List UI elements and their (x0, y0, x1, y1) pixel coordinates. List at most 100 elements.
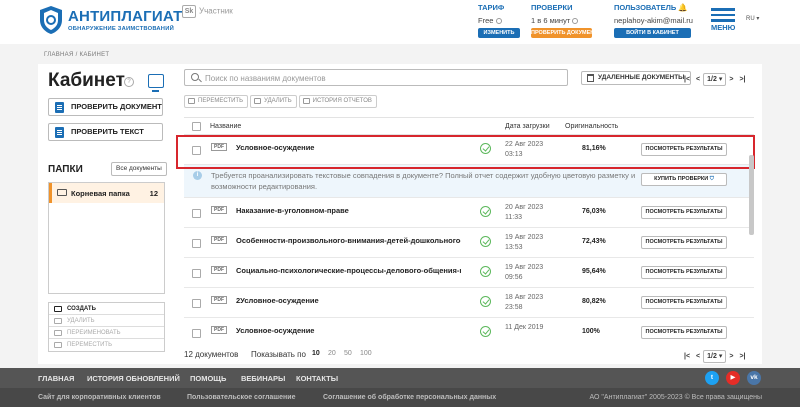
info-icon (495, 18, 502, 25)
folder-add-icon (54, 306, 62, 312)
move-icon (54, 342, 62, 348)
footer-link-privacy[interactable]: Соглашение об обработке персональных дан… (323, 394, 496, 401)
footer-link-corporate[interactable]: Сайт для корпоративных клиентов (38, 394, 161, 401)
check-document-label: ПРОВЕРИТЬ ДОКУМЕНТ (71, 102, 162, 111)
next-page-icon[interactable]: > (729, 76, 733, 83)
all-documents-button[interactable]: Все документы (111, 162, 167, 176)
originality-value: 76,03% (582, 208, 606, 215)
page-size-20[interactable]: 20 (328, 350, 336, 357)
view-results-button[interactable]: ПОСМОТРЕТЬ РЕЗУЛЬТАТЫ (641, 326, 727, 339)
breadcrumb[interactable]: ГЛАВНАЯ / КАБИНЕТ (44, 52, 109, 58)
delete-documents-button[interactable]: УДАЛИТЬ (250, 95, 297, 108)
footer-link-agreement[interactable]: Пользовательское соглашение (187, 394, 295, 401)
first-page-icon[interactable]: |< (684, 353, 690, 360)
folder-name: Корневая папка (71, 189, 130, 198)
help-icon[interactable]: ? (124, 77, 134, 87)
view-results-button[interactable]: ПОСМОТРЕТЬ РЕЗУЛЬТАТЫ (641, 296, 727, 309)
view-results-button[interactable]: ПОСМОТРЕТЬ РЕЗУЛЬТАТЫ (641, 266, 727, 279)
table-row[interactable]: PDF Условное-осуждение 11 Дек 2019 100% … (184, 318, 754, 345)
vk-icon[interactable]: vk (747, 371, 761, 385)
folder-count: 12 (149, 189, 158, 198)
monitor-icon[interactable] (148, 74, 164, 92)
checks-block: ПРОВЕРКИ 1 в 6 минут ПРОВЕРИТЬ ДОКУМЕНТ (531, 3, 598, 38)
prev-page-icon[interactable]: < (696, 76, 700, 83)
create-folder-button[interactable]: СОЗДАТЬ (49, 303, 164, 315)
first-page-icon[interactable]: |< (684, 76, 690, 83)
footer-link-webinars[interactable]: ВЕБИНАРЫ (241, 374, 285, 383)
footer-nav: ГЛАВНАЯ ИСТОРИЯ ОБНОВЛЕНИЙ ПОМОЩЬ ВЕБИНА… (0, 368, 800, 388)
pdf-icon: PDF (211, 266, 227, 274)
column-date[interactable]: Дата загрузки (505, 123, 550, 130)
row-checkbox[interactable] (192, 239, 201, 248)
check-document-button[interactable]: ПРОВЕРИТЬ ДОКУМЕНТ (48, 98, 163, 116)
folder-icon (57, 189, 67, 196)
table-scrollbar[interactable] (749, 155, 754, 235)
buy-checks-button[interactable]: КУПИТЬ ПРОВЕРКИ ⛉ (641, 173, 727, 186)
pdf-icon: PDF (211, 236, 227, 244)
twitter-icon[interactable]: t (705, 371, 719, 385)
report-history-button[interactable]: ИСТОРИЯ ОТЧЕТОВ (298, 95, 377, 108)
page-size-100[interactable]: 100 (360, 350, 372, 357)
participant-badge[interactable]: Sk Участник (182, 5, 233, 18)
last-page-icon[interactable]: >| (739, 353, 745, 360)
upload-date: 20 Авг 2023 11:33 (505, 204, 544, 221)
footer-link-home[interactable]: ГЛАВНАЯ (38, 374, 74, 383)
document-name[interactable]: Наказание-в-уголовном-праве (236, 206, 461, 215)
document-name[interactable]: Условное-осуждение (236, 326, 461, 335)
document-icon (55, 102, 64, 113)
next-page-icon[interactable]: > (729, 353, 733, 360)
select-all-checkbox[interactable] (192, 122, 201, 131)
view-results-button[interactable]: ПОСМОТРЕТЬ РЕЗУЛЬТАТЫ (641, 206, 727, 219)
move-documents-button[interactable]: ПЕРЕМЕСТИТЬ (184, 95, 249, 108)
delete-folder-button[interactable]: УДАЛИТЬ (49, 315, 164, 327)
tariff-block: ТАРИФ Free ИЗМЕНИТЬ (478, 3, 520, 38)
row-checkbox[interactable] (192, 299, 201, 308)
row-checkbox[interactable] (192, 329, 201, 338)
page-select[interactable]: 1/2 ▾ (703, 350, 727, 363)
check-document-header-button[interactable]: ПРОВЕРИТЬ ДОКУМЕНТ (531, 28, 598, 38)
table-row[interactable]: PDF Особенности-произвольного-внимания-д… (184, 228, 754, 258)
table-row[interactable]: PDF Социально-психологические-процессы-д… (184, 258, 754, 288)
footer-link-help[interactable]: ПОМОЩЬ (190, 374, 226, 383)
deleted-documents-button[interactable]: УДАЛЕННЫЕ ДОКУМЕНТЫ (581, 71, 691, 85)
participant-label: Участник (199, 6, 233, 16)
check-circle-icon (480, 206, 491, 217)
footer-link-contacts[interactable]: КОНТАКТЫ (296, 374, 338, 383)
row-checkbox[interactable] (192, 209, 201, 218)
copyright: АО "Антиплагиат" 2005-2023 © Все права з… (589, 394, 762, 401)
folder-item-root[interactable]: Корневая папка 12 (49, 183, 164, 203)
page-size-50[interactable]: 50 (344, 350, 352, 357)
table-row[interactable]: PDF 2Условное-осуждение 18 Авг 2023 23:58… (184, 288, 754, 318)
search-input[interactable] (205, 72, 555, 84)
prev-page-icon[interactable]: < (696, 353, 700, 360)
rename-folder-button[interactable]: ПЕРЕИМЕНОВАТЬ (49, 327, 164, 339)
check-text-button[interactable]: ПРОВЕРИТЬ ТЕКСТ (48, 123, 163, 141)
antiplagiat-logo[interactable]: АНТИПЛАГИАТ ОБНАРУЖЕНИЕ ЗАИМСТВОВАНИЙ (38, 5, 182, 35)
table-footer: 12 документов Показывать по 10 20 50 100… (184, 348, 754, 364)
folders-title: ПАПКИ (48, 164, 83, 175)
upsell-banner: i Требуется проанализировать текстовые с… (184, 165, 754, 198)
table-row[interactable]: PDF Наказание-в-уголовном-праве 20 Авг 2… (184, 198, 754, 228)
row-checkbox[interactable] (192, 269, 201, 278)
originality-value: 72,43% (582, 238, 606, 245)
language-select[interactable]: RU (746, 16, 755, 22)
user-email[interactable]: neplahoy-akim@mail.ru (614, 16, 693, 25)
document-name[interactable]: Социально-психологические-процессы-делов… (236, 266, 461, 275)
move-folder-button[interactable]: ПЕРЕМЕСТИТЬ (49, 339, 164, 351)
clock-icon (302, 98, 310, 104)
bell-icon[interactable]: 🔔 (678, 3, 687, 12)
page-select[interactable]: 1/2 ▾ (703, 73, 727, 86)
enter-cabinet-button[interactable]: ВОЙТИ В КАБИНЕТ (614, 28, 691, 38)
footer-link-updates[interactable]: ИСТОРИЯ ОБНОВЛЕНИЙ (87, 374, 180, 383)
change-tariff-button[interactable]: ИЗМЕНИТЬ (478, 28, 520, 38)
column-name[interactable]: Название (210, 123, 241, 130)
document-name[interactable]: Особенности-произвольного-внимания-детей… (236, 236, 461, 245)
last-page-icon[interactable]: >| (739, 76, 745, 83)
view-results-button[interactable]: ПОСМОТРЕТЬ РЕЗУЛЬТАТЫ (641, 236, 727, 249)
column-originality[interactable]: Оригинальность (565, 123, 618, 130)
page-size-10[interactable]: 10 (312, 350, 320, 357)
document-name[interactable]: 2Условное-осуждение (236, 296, 461, 305)
youtube-icon[interactable]: ▶ (726, 371, 740, 385)
menu-label[interactable]: МЕНЮ (711, 23, 735, 32)
move-icon (188, 98, 195, 104)
